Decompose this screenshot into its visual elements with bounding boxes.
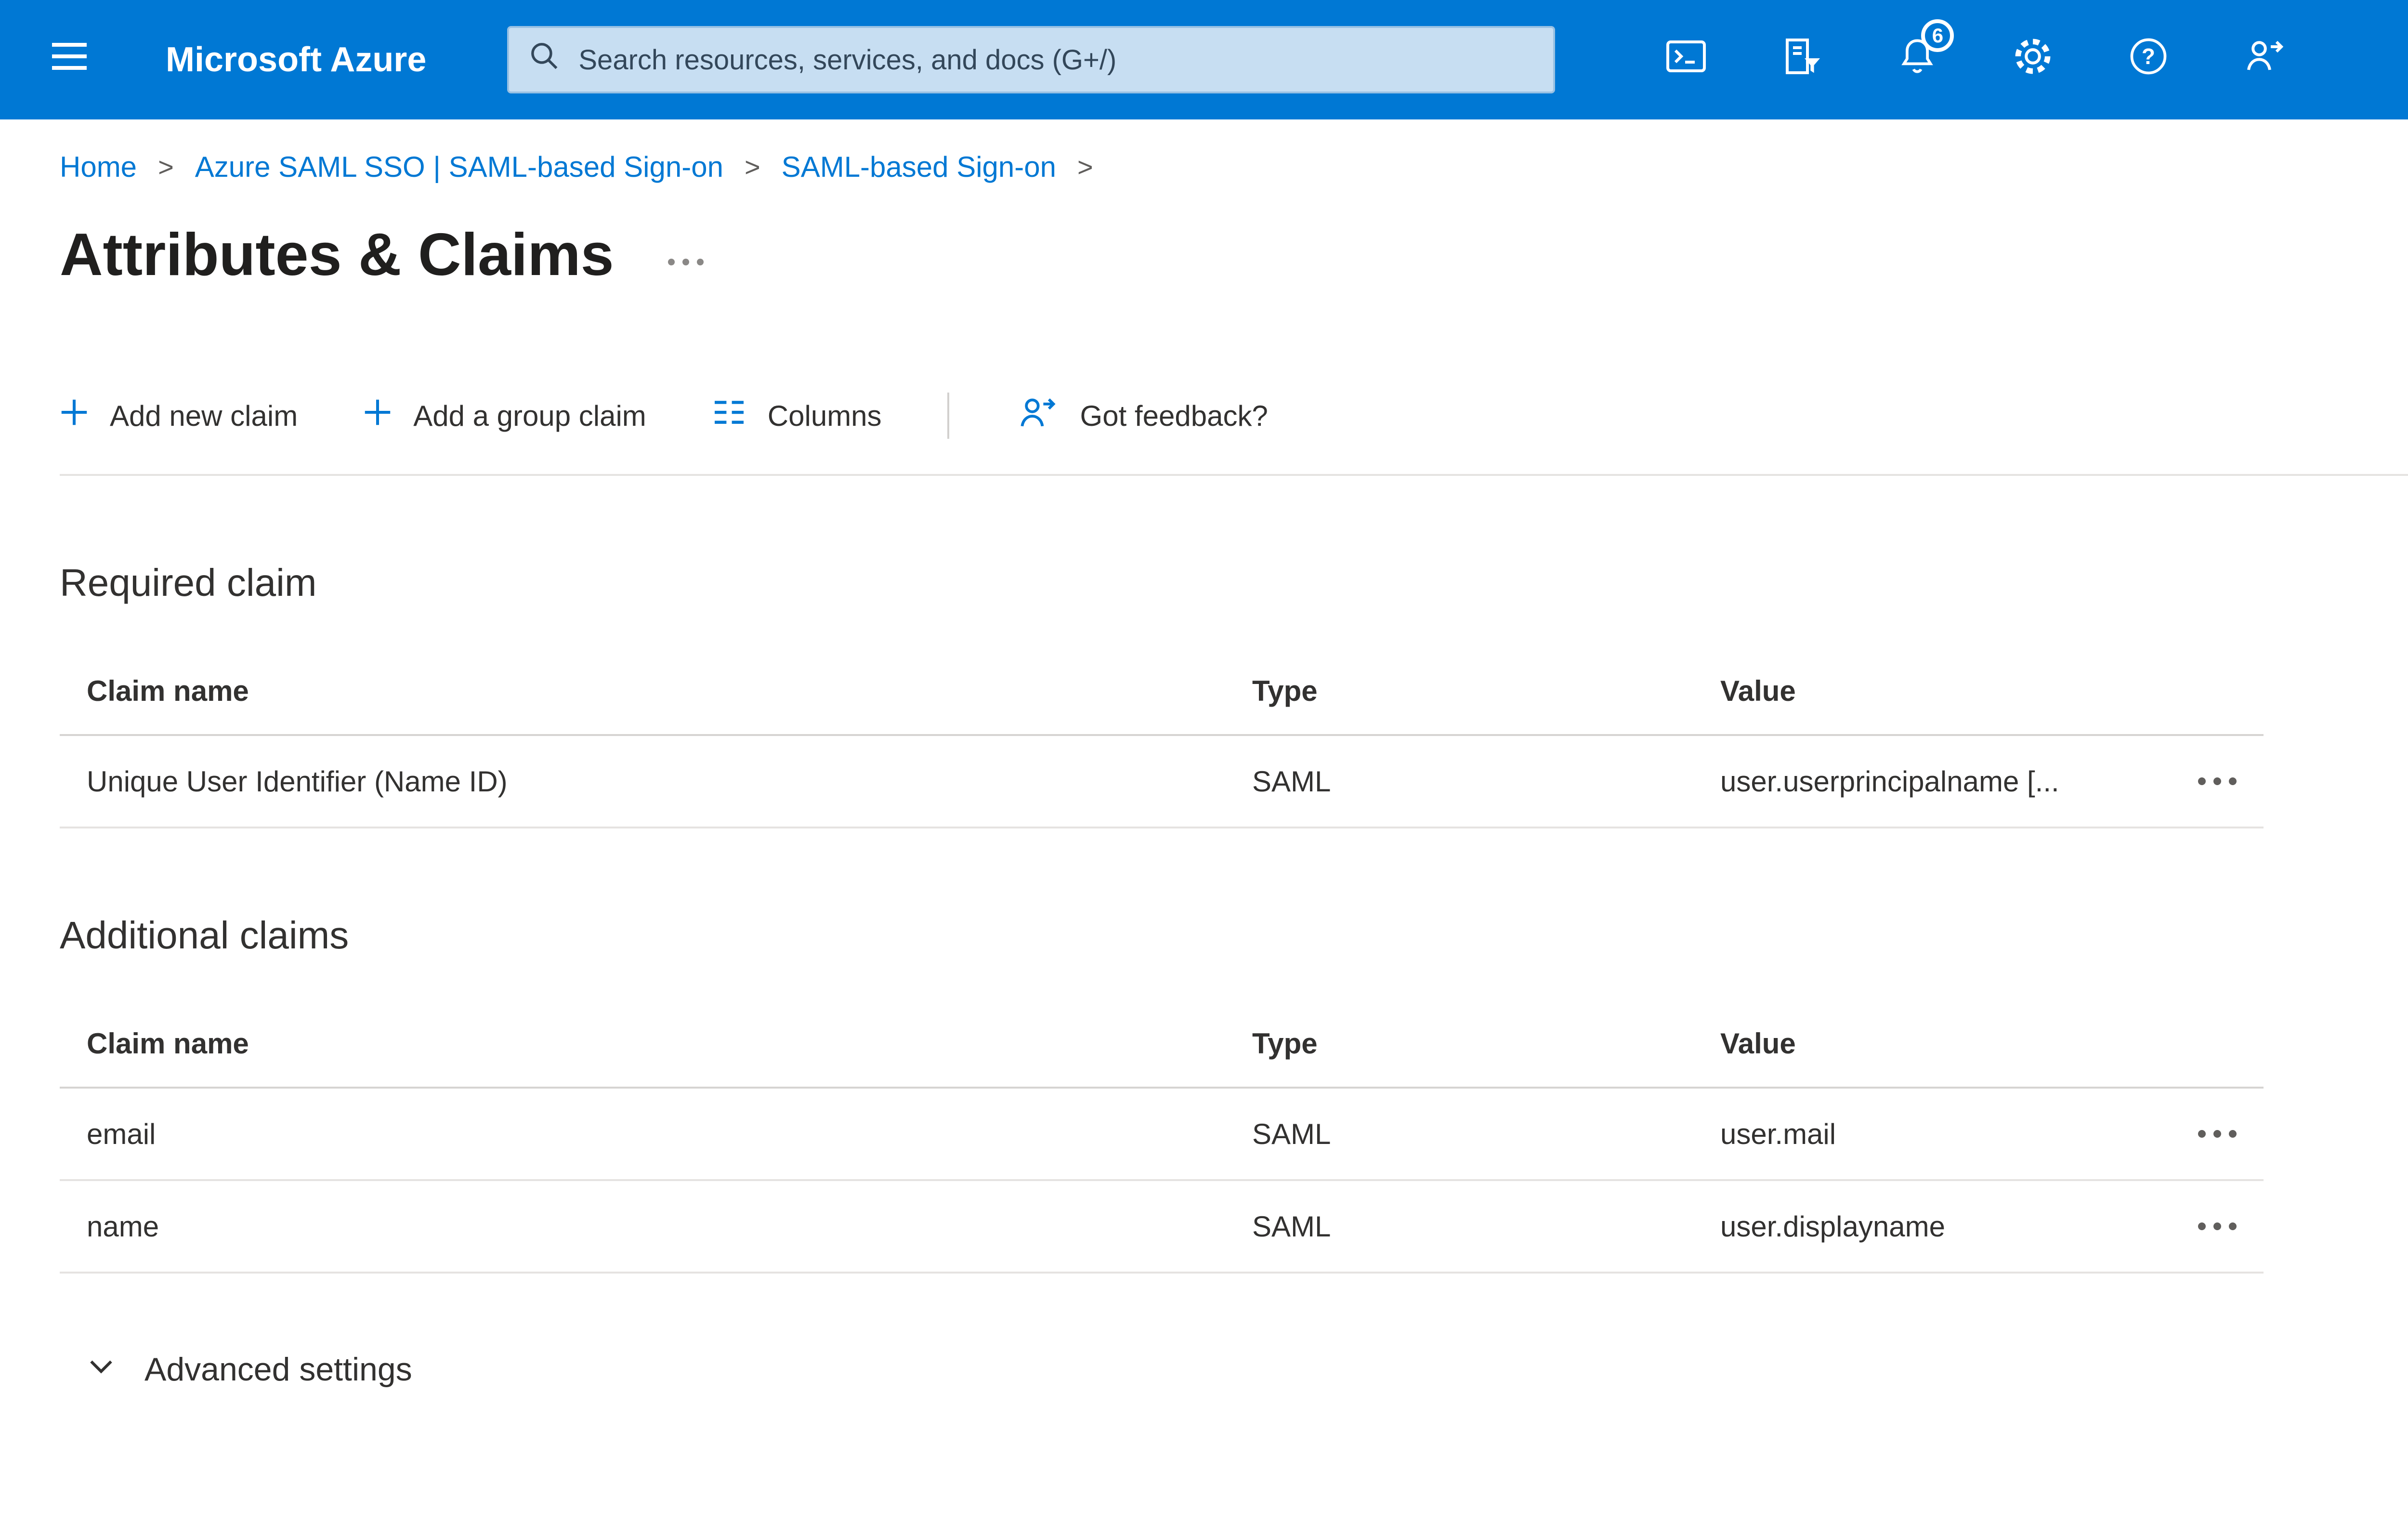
columns-button[interactable]: Columns [712, 398, 882, 434]
table-row[interactable]: name SAML user.displayname [60, 1181, 2264, 1274]
column-header-type: Type [1252, 1027, 1318, 1060]
columns-label: Columns [767, 399, 882, 432]
notifications-button[interactable]: 6 [1879, 19, 1956, 98]
breadcrumb-separator: > [744, 152, 760, 182]
got-feedback-button[interactable]: Got feedback? [1015, 390, 1268, 441]
claim-type-cell: SAML [1252, 765, 1331, 798]
feedback-icon [1015, 390, 1059, 441]
plus-icon [363, 398, 392, 434]
feedback-button[interactable] [2225, 21, 2303, 98]
notification-badge: 6 [1921, 19, 1954, 52]
gear-icon [2011, 34, 2055, 86]
page-content: Home > Azure SAML SSO | SAML-based Sign-… [0, 150, 2408, 1504]
breadcrumb: Home > Azure SAML SSO | SAML-based Sign-… [60, 150, 2408, 184]
breadcrumb-link-home[interactable]: Home [60, 150, 137, 184]
cloud-shell-button[interactable] [1648, 21, 1725, 98]
row-context-menu-button[interactable] [2181, 752, 2254, 810]
search-icon [528, 40, 561, 80]
svg-text:?: ? [2142, 44, 2155, 69]
topbar-actions: 6 ? [1628, 19, 2322, 98]
breadcrumb-link-app[interactable]: Azure SAML SSO | SAML-based Sign-on [195, 150, 723, 184]
claim-name-cell: email [87, 1117, 156, 1150]
got-feedback-label: Got feedback? [1080, 399, 1268, 432]
breadcrumb-separator: > [1077, 152, 1093, 182]
claim-type-cell: SAML [1252, 1117, 1331, 1150]
hamburger-menu-button[interactable] [27, 17, 112, 102]
table-header-row: Claim name Type Value [60, 1000, 2264, 1089]
toolbar-divider [947, 393, 949, 439]
column-header-type: Type [1252, 674, 1318, 707]
claim-name-cell: name [87, 1210, 159, 1243]
brand-title[interactable]: Microsoft Azure [166, 40, 426, 79]
row-context-menu-button[interactable] [2181, 1105, 2254, 1163]
advanced-settings-label: Advanced settings [144, 1351, 412, 1388]
claim-value-cell: user.displayname [1720, 1210, 1945, 1243]
column-header-value: Value [1720, 674, 1796, 707]
table-row[interactable]: email SAML user.mail [60, 1089, 2264, 1182]
settings-button[interactable] [1994, 21, 2071, 98]
ellipsis-icon [2198, 777, 2237, 786]
columns-icon [712, 398, 746, 434]
ellipsis-icon [2198, 1130, 2237, 1138]
help-icon: ? [2126, 34, 2171, 86]
add-new-claim-button[interactable]: Add new claim [60, 398, 298, 434]
additional-claims-heading: Additional claims [60, 914, 349, 957]
table-header-row: Claim name Type Value [60, 647, 2264, 736]
global-search-box [507, 26, 1556, 93]
claim-name-cell: Unique User Identifier (Name ID) [87, 765, 508, 798]
command-bar: Add new claim Add a group claim Columns … [60, 390, 2408, 476]
breadcrumb-link-saml-signon[interactable]: SAML-based Sign-on [782, 150, 1056, 184]
directory-filter-icon [1779, 33, 1825, 87]
required-claim-heading: Required claim [60, 561, 317, 604]
hamburger-icon [50, 41, 89, 79]
plus-icon [60, 398, 89, 434]
additional-claims-table: Claim name Type Value email SAML user.ma… [60, 1000, 2264, 1274]
column-header-value: Value [1720, 1027, 1796, 1060]
breadcrumb-separator: > [158, 152, 174, 182]
search-input[interactable] [578, 43, 1534, 76]
claim-type-cell: SAML [1252, 1210, 1331, 1243]
title-row: Attributes & Claims [60, 216, 2408, 294]
column-header-claim-name: Claim name [87, 674, 249, 707]
ellipsis-icon [2198, 1222, 2237, 1231]
required-claim-table: Claim name Type Value Unique User Identi… [60, 647, 2264, 829]
ellipsis-icon [667, 259, 704, 265]
title-more-button[interactable] [667, 259, 704, 265]
claim-value-cell: user.mail [1720, 1117, 1836, 1150]
claim-value-cell: user.userprincipalname [... [1720, 765, 2059, 798]
directory-filter-button[interactable] [1763, 21, 1840, 98]
advanced-settings-toggle[interactable]: Advanced settings [87, 1351, 412, 1388]
cloud-shell-icon [1663, 33, 1709, 87]
row-context-menu-button[interactable] [2181, 1197, 2254, 1255]
help-button[interactable]: ? [2110, 21, 2187, 98]
chevron-down-icon [87, 1351, 116, 1388]
column-header-claim-name: Claim name [87, 1027, 249, 1060]
add-group-claim-button[interactable]: Add a group claim [363, 398, 646, 434]
top-bar: Microsoft Azure 6 [0, 0, 2408, 119]
add-group-claim-label: Add a group claim [413, 399, 646, 432]
page-title: Attributes & Claims [60, 222, 614, 288]
add-new-claim-label: Add new claim [110, 399, 298, 432]
table-row[interactable]: Unique User Identifier (Name ID) SAML us… [60, 736, 2264, 829]
feedback-person-icon [2241, 33, 2287, 87]
